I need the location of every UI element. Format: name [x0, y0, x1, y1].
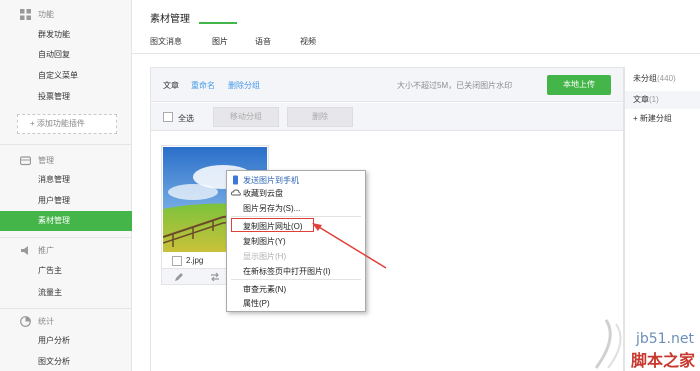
- upload-hint: 大小不超过5M，已关闭图片水印: [397, 81, 513, 90]
- tab-articles[interactable]: 图文消息: [150, 36, 182, 47]
- section-stats: 统计: [20, 314, 54, 328]
- tab-video[interactable]: 视频: [300, 36, 316, 47]
- sidebar-item-auto-reply[interactable]: 自动回复: [0, 45, 132, 65]
- active-tab-indicator: [199, 22, 237, 24]
- watermark-name: 脚本之家: [631, 351, 696, 370]
- image-checkbox[interactable]: [172, 256, 182, 266]
- group-item-ungrouped[interactable]: 未分组(440): [633, 73, 676, 84]
- sidebar-item-advertiser[interactable]: 广告主: [0, 261, 132, 281]
- section-title: 管理: [38, 155, 54, 165]
- select-all-label[interactable]: 全选: [178, 113, 194, 124]
- menu-divider: [231, 279, 361, 280]
- section-title: 推广: [38, 245, 54, 255]
- grid-icon: [20, 8, 31, 20]
- menu-save-to-cloud[interactable]: 收藏到云盘: [243, 188, 283, 199]
- watermark-logo-icon: [594, 319, 622, 369]
- section-title: 统计: [38, 316, 54, 326]
- sidebar: 功能 群发功能 自动回复 自定义菜单 投票管理 + 添加功能插件 管理 消息管理…: [0, 0, 132, 371]
- local-upload-button[interactable]: 本地上传: [547, 75, 611, 95]
- group-name: 未分组: [633, 74, 657, 83]
- group-count: (440): [657, 74, 676, 83]
- delete-group-link[interactable]: 删除分组: [228, 80, 260, 91]
- add-plugin-button[interactable]: + 添加功能插件: [17, 114, 117, 134]
- section-title: 功能: [38, 9, 54, 19]
- menu-properties[interactable]: 属性(P): [243, 298, 270, 309]
- group-item-article[interactable]: 文章(1): [625, 91, 700, 109]
- tab-images[interactable]: 图片: [212, 36, 228, 47]
- sidebar-item-custom-menu[interactable]: 自定义菜单: [0, 66, 132, 86]
- move-icon[interactable]: [210, 272, 220, 284]
- watermark-site: jb51.net: [636, 331, 695, 347]
- group-count: (1): [649, 95, 659, 104]
- annotation-arrow: [312, 223, 387, 269]
- sidebar-item-vote[interactable]: 投票管理: [0, 87, 132, 107]
- move-group-button[interactable]: 移动分组: [213, 107, 279, 127]
- group-toolbar: 文章 重命名 删除分组 大小不超过5M，已关闭图片水印 本地上传: [151, 68, 623, 102]
- section-manage: 管理: [19, 153, 54, 167]
- edit-icon[interactable]: [174, 272, 184, 284]
- megaphone-icon: [20, 245, 31, 256]
- delete-button[interactable]: 删除: [287, 107, 353, 127]
- new-group-link[interactable]: + 新建分组: [633, 113, 672, 124]
- divider: [0, 144, 132, 145]
- chart-icon: [20, 315, 31, 327]
- sidebar-item-messages[interactable]: 消息管理: [0, 170, 132, 190]
- sidebar-item-mass-send[interactable]: 群发功能: [0, 25, 132, 45]
- tab-voice[interactable]: 语音: [255, 36, 271, 47]
- image-filename: 2.jpg: [186, 256, 204, 265]
- selection-bar: 全选 移动分组 删除: [151, 103, 623, 131]
- select-all-checkbox[interactable]: [163, 112, 173, 122]
- menu-divider: [231, 216, 361, 217]
- phone-icon: [231, 175, 240, 185]
- sidebar-item-materials[interactable]: 素材管理: [0, 211, 132, 231]
- current-group-label: 文章: [163, 81, 179, 90]
- rename-link[interactable]: 重命名: [191, 80, 215, 91]
- menu-copy-image[interactable]: 复制图片(Y): [243, 236, 286, 247]
- menu-save-image-as[interactable]: 图片另存为(S)...: [243, 203, 300, 214]
- menu-show-image: 显示图片(H): [243, 252, 287, 261]
- folder-icon: [19, 155, 32, 166]
- cloud-icon: [230, 188, 241, 197]
- section-promotion: 推广: [20, 243, 54, 257]
- section-function: 功能: [20, 7, 54, 21]
- tab-bar: 图文消息 图片 语音 视频: [132, 30, 700, 54]
- group-name: 文章: [633, 95, 649, 104]
- menu-inspect[interactable]: 审查元素(N): [243, 284, 286, 295]
- sidebar-item-publisher[interactable]: 流量主: [0, 283, 132, 303]
- divider: [0, 237, 132, 238]
- menu-send-to-phone[interactable]: 发送图片到手机: [243, 175, 299, 186]
- page-title: 素材管理: [150, 14, 190, 25]
- divider: [0, 308, 132, 309]
- sidebar-item-user-analysis[interactable]: 用户分析: [0, 331, 132, 351]
- menu-copy-image-url[interactable]: 复制图片网址(O): [243, 221, 303, 232]
- sidebar-item-article-analysis[interactable]: 图文分析: [0, 352, 132, 371]
- sidebar-item-users[interactable]: 用户管理: [0, 191, 132, 211]
